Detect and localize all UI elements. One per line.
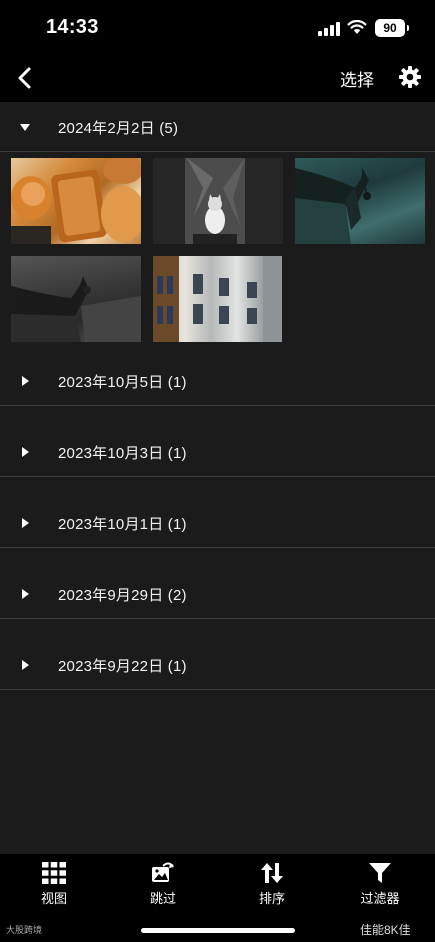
date-group-header[interactable]: 2023年9月22日 (1) (0, 640, 435, 690)
status-bar: 14:33 90 (0, 0, 435, 56)
tab-filter[interactable]: 过滤器 (330, 854, 430, 914)
select-button[interactable]: 选择 (340, 66, 374, 91)
watermark-right: 佳能8K佳 (360, 923, 411, 937)
expand-triangle-icon (22, 376, 29, 386)
cellular-signal-icon (318, 22, 340, 36)
collapse-triangle-icon (20, 124, 30, 131)
bottom-toolbar: 视图 跳过 排序 过滤器 (0, 854, 435, 914)
tab-label: 跳过 (149, 891, 176, 906)
filter-icon (369, 863, 391, 883)
skip-icon (152, 862, 174, 882)
date-group-label: 2023年10月1日 (1) (58, 516, 187, 533)
tab-label: 视图 (40, 891, 67, 906)
thumbnail-grid (0, 150, 435, 350)
date-group-header[interactable]: 2023年10月3日 (1) (0, 427, 435, 477)
sort-icon (261, 863, 283, 883)
gear-icon[interactable] (398, 65, 422, 89)
watermark-left: 大股跨境 (6, 925, 43, 935)
date-group-label: 2024年2月2日 (5) (58, 120, 179, 137)
expand-triangle-icon (22, 518, 29, 528)
date-group-header[interactable]: 2023年10月5日 (1) (0, 356, 435, 406)
expand-triangle-icon (22, 589, 29, 599)
date-group-header[interactable]: 2023年10月1日 (1) (0, 498, 435, 548)
photo-thumbnail-eave-bell[interactable] (295, 158, 425, 244)
date-group-header[interactable]: 2023年9月29日 (2) (0, 569, 435, 619)
wifi-icon (347, 19, 367, 34)
date-group-label: 2023年10月3日 (1) (58, 445, 187, 462)
photo-thumbnail-cat[interactable] (153, 158, 283, 244)
nav-bar: 选择 (0, 56, 435, 102)
home-indicator[interactable] (141, 928, 295, 933)
tab-sort[interactable]: 排序 (222, 854, 322, 914)
grid-icon (42, 862, 66, 884)
photo-thumbnail-building[interactable] (153, 256, 282, 342)
date-group-label: 2023年9月29日 (2) (58, 587, 187, 604)
photo-thumbnail-eave-roof[interactable] (11, 256, 141, 342)
date-group-label: 2023年10月5日 (1) (58, 374, 187, 391)
tab-view[interactable]: 视图 (4, 854, 104, 914)
tab-skip[interactable]: 跳过 (113, 854, 213, 914)
battery-indicator: 90 (375, 19, 409, 37)
expand-triangle-icon (22, 660, 29, 670)
tab-label: 过滤器 (360, 891, 400, 906)
tab-label: 排序 (258, 891, 285, 906)
photo-thumbnail-bread[interactable] (11, 158, 141, 244)
back-icon[interactable] (12, 64, 40, 92)
date-group-header[interactable]: 2024年2月2日 (5) (0, 102, 435, 152)
home-indicator-area: 大股跨境 佳能8K佳 (0, 914, 435, 942)
status-time: 14:33 (46, 16, 99, 38)
date-group-label: 2023年9月22日 (1) (58, 658, 187, 675)
expand-triangle-icon (22, 447, 29, 457)
